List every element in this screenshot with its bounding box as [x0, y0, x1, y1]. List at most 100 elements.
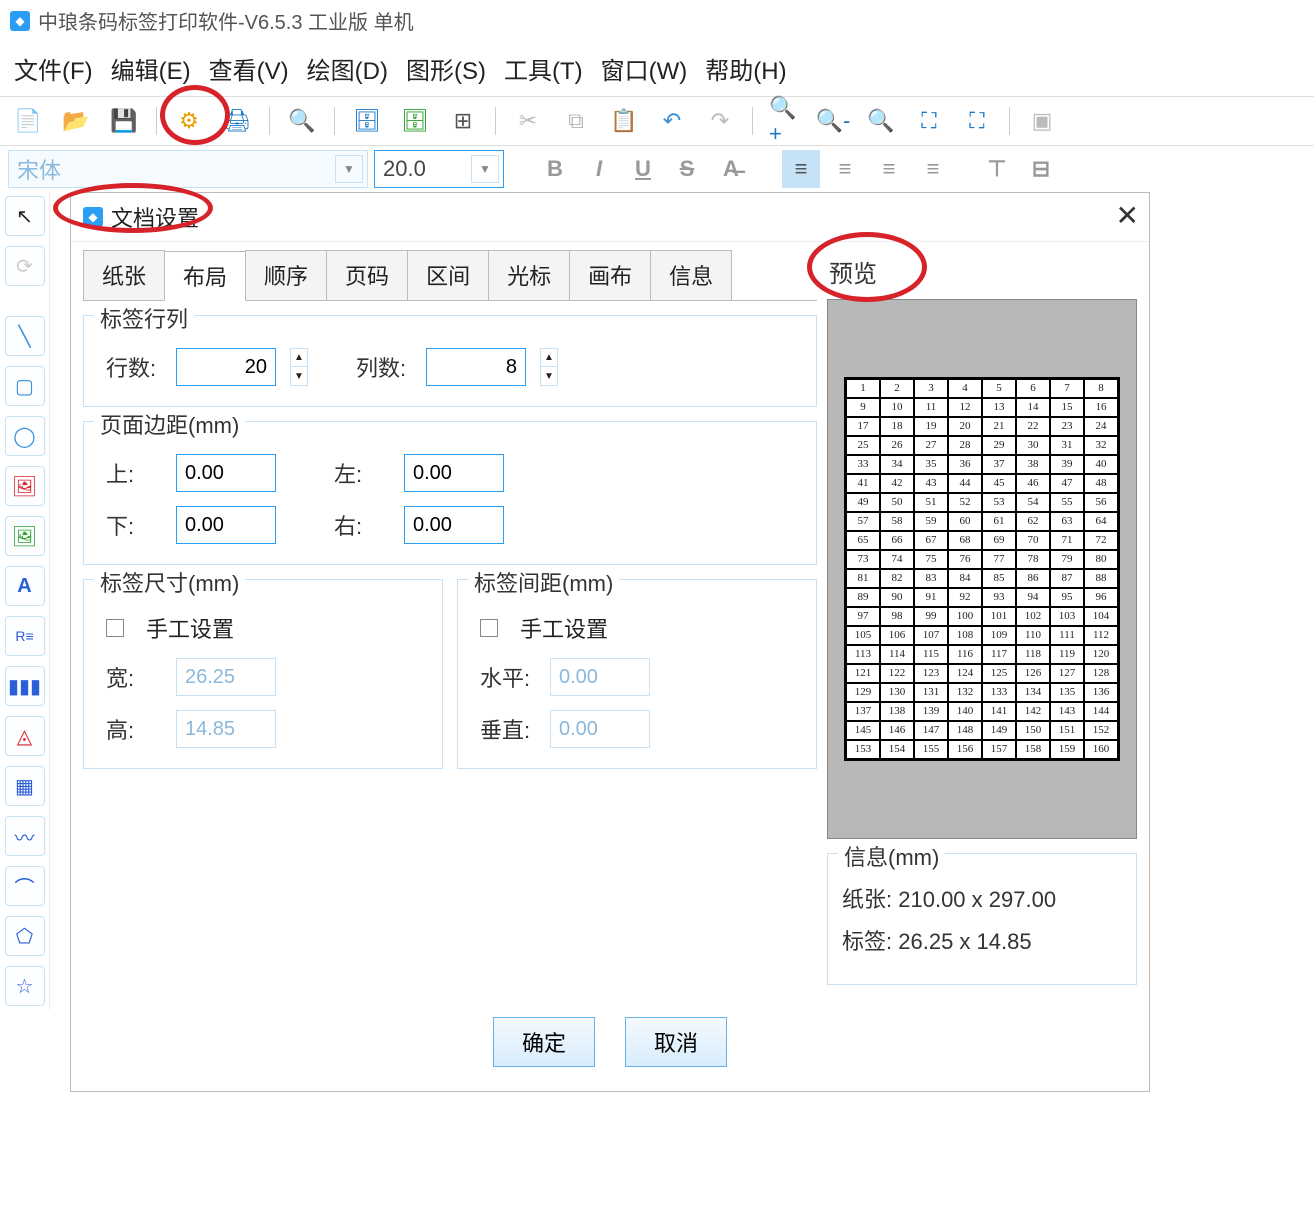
preview-cell: 97	[846, 607, 880, 626]
font-size-dropdown[interactable]: 20.0 ▼	[374, 150, 504, 188]
paste-icon[interactable]: 📋	[608, 105, 640, 137]
margin-left-input[interactable]	[404, 454, 504, 492]
preview-cell: 55	[1050, 493, 1084, 512]
zoom-out-icon[interactable]: 🔍-	[817, 105, 849, 137]
menu-shape[interactable]: 图形(S)	[406, 51, 486, 86]
preview-cell: 137	[846, 702, 880, 721]
info-paper-label: 纸张:	[842, 887, 892, 912]
tab-cursor[interactable]: 光标	[488, 250, 570, 300]
valign-top-icon[interactable]: ⊤	[978, 150, 1016, 188]
margin-top-label: 上:	[106, 457, 162, 489]
cols-spinner[interactable]: ▲▼	[540, 348, 558, 386]
print-icon[interactable]: 🖨	[221, 105, 253, 137]
zoom-fit-icon[interactable]: 🔍	[865, 105, 897, 137]
undo-icon[interactable]: ↶	[656, 105, 688, 137]
width-input[interactable]	[176, 658, 276, 696]
preview-cell: 101	[982, 607, 1016, 626]
align-right-icon[interactable]: ≡	[870, 150, 908, 188]
table-icon[interactable]: ▦	[5, 766, 45, 806]
menu-window[interactable]: 窗口(W)	[601, 51, 688, 86]
tab-canvas[interactable]: 画布	[569, 250, 651, 300]
margin-right-input[interactable]	[404, 506, 504, 544]
clear-format-icon[interactable]: A̶	[712, 150, 750, 188]
tab-order[interactable]: 顺序	[245, 250, 327, 300]
cursor-icon[interactable]: ↖	[5, 196, 45, 236]
settings-gear-icon[interactable]: ⚙	[173, 105, 205, 137]
rotate-icon[interactable]: ⟳	[5, 246, 45, 286]
fit-width-icon[interactable]: ⛶	[913, 105, 945, 137]
open-icon[interactable]: 📂	[60, 105, 92, 137]
preview-cell: 100	[948, 607, 982, 626]
ellipse-icon[interactable]: ◯	[5, 416, 45, 456]
rows-spinner[interactable]: ▲▼	[290, 348, 308, 386]
preview-cell: 86	[1016, 569, 1050, 588]
fit-page-icon[interactable]: ⛶	[961, 105, 993, 137]
line-icon[interactable]: ╲	[5, 316, 45, 356]
layer-icon[interactable]: ▣	[1026, 105, 1058, 137]
align-center-icon[interactable]: ≡	[826, 150, 864, 188]
save-icon[interactable]: 💾	[108, 105, 140, 137]
tab-pagenum[interactable]: 页码	[326, 250, 408, 300]
dialog-title-bar: ◆ 文档设置 ✕	[71, 193, 1149, 242]
preview-cell: 117	[982, 645, 1016, 664]
tab-paper[interactable]: 纸张	[83, 250, 165, 300]
gap-manual-checkbox[interactable]	[480, 619, 498, 637]
menu-help[interactable]: 帮助(H)	[705, 51, 786, 86]
close-icon[interactable]: ✕	[1116, 199, 1139, 232]
valign-middle-icon[interactable]: ⊟	[1022, 150, 1060, 188]
preview-icon[interactable]: 🔍	[286, 105, 318, 137]
zoom-in-icon[interactable]: 🔍+	[769, 105, 801, 137]
bold-icon[interactable]: B	[536, 150, 574, 188]
height-input[interactable]	[176, 710, 276, 748]
curve-icon[interactable]: 〰	[5, 816, 45, 856]
menu-file[interactable]: 文件(F)	[14, 51, 93, 86]
preview-grid: 1234567891011121314151617181920212223242…	[844, 377, 1120, 761]
tab-range[interactable]: 区间	[407, 250, 489, 300]
underline-icon[interactable]: U	[624, 150, 662, 188]
ok-button[interactable]: 确定	[493, 1017, 595, 1067]
menu-view[interactable]: 查看(V)	[209, 51, 289, 86]
align-justify-icon[interactable]: ≡	[914, 150, 952, 188]
menu-edit[interactable]: 编辑(E)	[111, 51, 191, 86]
roundrect-icon[interactable]: ▢	[5, 366, 45, 406]
tab-layout[interactable]: 布局	[164, 251, 246, 301]
group-title: 页面边距(mm)	[94, 408, 245, 440]
redo-icon[interactable]: ↷	[704, 105, 736, 137]
richtext-icon[interactable]: R≡	[5, 616, 45, 656]
text-icon[interactable]: A	[5, 566, 45, 606]
menu-draw[interactable]: 绘图(D)	[307, 51, 388, 86]
database-icon[interactable]: 🗄	[351, 105, 383, 137]
arc-icon[interactable]: ⌒	[5, 866, 45, 906]
preview-cell: 16	[1084, 398, 1118, 417]
strikethrough-icon[interactable]: S	[668, 150, 706, 188]
size-manual-checkbox[interactable]	[106, 619, 124, 637]
tab-info[interactable]: 信息	[650, 250, 732, 300]
margin-bottom-input[interactable]	[176, 506, 276, 544]
cols-input[interactable]	[426, 348, 526, 386]
margin-top-input[interactable]	[176, 454, 276, 492]
preview-cell: 112	[1084, 626, 1118, 645]
chevron-down-icon[interactable]: ▼	[471, 155, 499, 183]
font-name-dropdown[interactable]: 宋体 ▼	[8, 150, 368, 188]
picture-icon[interactable]: 🖼	[5, 516, 45, 556]
align-left-icon[interactable]: ≡	[782, 150, 820, 188]
menu-tools[interactable]: 工具(T)	[504, 51, 583, 86]
preview-cell: 131	[914, 683, 948, 702]
gap-v-input[interactable]	[550, 710, 650, 748]
image-icon[interactable]: 🖼	[5, 466, 45, 506]
cancel-button[interactable]: 取消	[625, 1017, 727, 1067]
cut-icon[interactable]: ✂	[512, 105, 544, 137]
italic-icon[interactable]: I	[580, 150, 618, 188]
polygon-icon[interactable]: ⬠	[5, 916, 45, 956]
gap-h-input[interactable]	[550, 658, 650, 696]
preview-cell: 119	[1050, 645, 1084, 664]
new-icon[interactable]: 📄	[12, 105, 44, 137]
grid-icon[interactable]: ⊞	[447, 105, 479, 137]
chevron-down-icon[interactable]: ▼	[335, 155, 363, 183]
rows-input[interactable]	[176, 348, 276, 386]
star-icon[interactable]: ☆	[5, 966, 45, 1006]
barcode-icon[interactable]: ▮▮▮	[5, 666, 45, 706]
qrcode-icon[interactable]: ◬	[5, 716, 45, 756]
database-refresh-icon[interactable]: 🗄	[399, 105, 431, 137]
copy-icon[interactable]: ⧉	[560, 105, 592, 137]
